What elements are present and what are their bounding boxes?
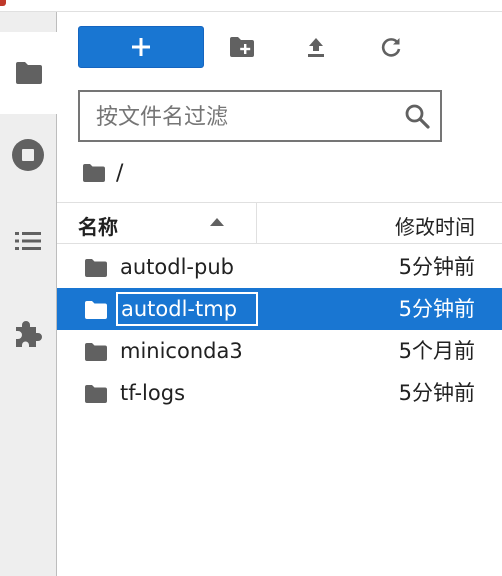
file-modified: 5分钟前 <box>398 297 475 321</box>
file-row-miniconda3[interactable]: miniconda3 5个月前 <box>57 330 502 372</box>
top-strip <box>0 0 502 12</box>
filter-box <box>78 90 442 142</box>
file-modified: 5分钟前 <box>398 381 475 405</box>
column-header-modified[interactable]: 修改时间 <box>395 211 475 240</box>
new-folder-button[interactable] <box>229 34 255 60</box>
folder-icon <box>85 259 107 277</box>
home-folder-icon[interactable] <box>82 163 106 183</box>
puzzle-icon <box>16 321 42 347</box>
column-header-name[interactable]: 名称 <box>78 211 118 240</box>
file-row-tf-logs[interactable]: tf-logs 5分钟前 <box>57 372 502 414</box>
new-launcher-button[interactable]: + <box>78 26 204 68</box>
column-divider[interactable] <box>256 203 257 243</box>
app-logo-fragment <box>0 0 6 6</box>
activity-bar <box>0 12 57 576</box>
file-name: miniconda3 <box>120 339 243 363</box>
folder-icon <box>85 343 107 361</box>
file-name: autodl-pub <box>120 255 234 279</box>
upload-button[interactable] <box>303 34 329 60</box>
filter-input[interactable] <box>94 92 398 142</box>
tab-extensions[interactable] <box>0 292 56 374</box>
breadcrumb: / <box>82 160 123 186</box>
tab-table-of-contents[interactable] <box>0 200 56 282</box>
rename-input[interactable] <box>116 292 258 326</box>
file-modified: 5分钟前 <box>398 255 475 279</box>
tab-file-browser[interactable] <box>0 32 57 114</box>
search-icon[interactable] <box>404 103 430 129</box>
folder-icon <box>85 301 107 319</box>
folder-icon <box>15 62 42 84</box>
file-row-autodl-pub[interactable]: autodl-pub 5分钟前 <box>57 246 502 288</box>
new-folder-icon <box>230 37 254 57</box>
folder-icon <box>85 385 107 403</box>
sort-ascending-icon[interactable] <box>210 218 224 226</box>
list-header: 名称 修改时间 <box>57 202 502 244</box>
file-name: tf-logs <box>120 381 186 405</box>
breadcrumb-root[interactable]: / <box>116 161 123 186</box>
stop-circle-icon <box>12 139 44 171</box>
tab-running[interactable] <box>0 114 56 196</box>
file-row-autodl-tmp[interactable]: 5分钟前 <box>57 288 502 330</box>
refresh-icon <box>381 38 401 57</box>
file-list: autodl-pub 5分钟前 5分钟前 miniconda3 5个月前 tf-… <box>57 246 502 414</box>
refresh-button[interactable] <box>378 34 404 60</box>
plus-icon <box>132 38 150 56</box>
list-icon <box>15 232 41 250</box>
file-modified: 5个月前 <box>398 339 475 363</box>
toolbar: + <box>57 12 502 82</box>
file-browser-panel: + <box>57 12 502 576</box>
upload-icon <box>308 38 324 57</box>
